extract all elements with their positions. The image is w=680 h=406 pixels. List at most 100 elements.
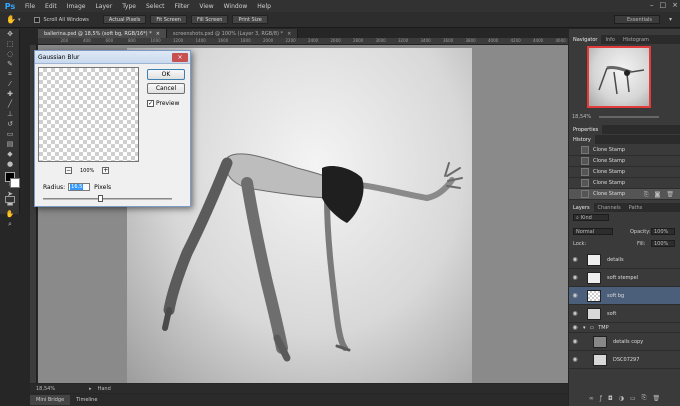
fit-screen-button[interactable]: Fit Screen: [150, 15, 187, 24]
new-layer-icon[interactable]: ⎘: [642, 394, 647, 402]
layer-row[interactable]: ◉ soft bg: [569, 287, 680, 305]
preview-checkbox[interactable]: ✓: [147, 100, 154, 107]
menu-type[interactable]: Type: [117, 3, 141, 10]
workspace-select[interactable]: Essentials: [614, 15, 660, 24]
healing-brush-tool-icon[interactable]: ✚: [2, 90, 18, 99]
opacity-field[interactable]: 100%: [651, 228, 675, 235]
menu-help[interactable]: Help: [252, 3, 276, 10]
visibility-eye-icon[interactable]: ◉: [571, 256, 579, 263]
menu-image[interactable]: Image: [62, 3, 91, 10]
navigator-zoom-slider[interactable]: [599, 116, 660, 118]
fx-icon[interactable]: ƒ: [600, 395, 602, 402]
print-size-button[interactable]: Print Size: [232, 15, 268, 24]
crop-tool-icon[interactable]: ⌗: [2, 70, 18, 79]
scroll-all-checkbox[interactable]: [34, 16, 41, 23]
minimize-icon[interactable]: –: [650, 1, 654, 9]
radius-slider-track[interactable]: [43, 198, 172, 200]
move-tool-icon[interactable]: ✥: [2, 30, 18, 39]
tab-screenshots[interactable]: screenshots.psd @ 100% (Layer 3, RGB/8) …: [166, 29, 299, 38]
menu-file[interactable]: File: [20, 3, 40, 10]
dodge-tool-icon[interactable]: ●: [2, 160, 18, 169]
visibility-eye-icon[interactable]: ◉: [571, 324, 579, 331]
blend-mode-select[interactable]: Normal: [573, 228, 613, 235]
close-tab-icon[interactable]: ×: [287, 31, 291, 37]
eraser-tool-icon[interactable]: ▭: [2, 130, 18, 139]
zoom-level[interactable]: 18,54%: [36, 386, 55, 392]
radius-input[interactable]: 16,5: [68, 183, 91, 191]
tab-properties[interactable]: Properties: [569, 125, 603, 134]
radius-slider-thumb[interactable]: [98, 195, 103, 202]
mask-icon[interactable]: ◘: [608, 395, 613, 402]
preview-checkbox-row[interactable]: ✓ Preview: [147, 100, 179, 107]
fill-screen-button[interactable]: Fill Screen: [190, 15, 229, 24]
navigator-zoom[interactable]: 18,54%: [572, 114, 591, 120]
gradient-tool-icon[interactable]: ▤: [2, 140, 18, 149]
camera-icon[interactable]: ◙: [655, 191, 661, 199]
zoom-in-button[interactable]: +: [102, 167, 110, 174]
adjustment-icon[interactable]: ◑: [619, 395, 624, 402]
close-window-icon[interactable]: ×: [672, 1, 678, 9]
tab-history[interactable]: History: [569, 135, 595, 144]
history-item[interactable]: Clone Stamp: [569, 156, 680, 167]
layer-row[interactable]: ◉ details copy: [569, 333, 680, 351]
maximize-icon[interactable]: □: [660, 1, 667, 9]
visibility-eye-icon[interactable]: ◉: [571, 338, 579, 345]
actual-pixels-button[interactable]: Actual Pixels: [102, 15, 147, 24]
dialog-close-button[interactable]: ×: [172, 53, 188, 62]
history-item[interactable]: Clone Stamp: [569, 178, 680, 189]
zoom-tool-icon[interactable]: ⌕: [2, 220, 18, 229]
menu-layer[interactable]: Layer: [90, 3, 117, 10]
group-expand-icon[interactable]: ▾: [583, 325, 586, 331]
history-item[interactable]: Clone Stamp: [569, 145, 680, 156]
fill-field[interactable]: 100%: [651, 240, 675, 247]
blur-tool-icon[interactable]: ◆: [2, 150, 18, 159]
brush-tool-icon[interactable]: ╱: [2, 100, 18, 109]
workspace-dropdown-icon[interactable]: ▾: [669, 16, 672, 23]
cancel-button[interactable]: Cancel: [147, 83, 185, 94]
visibility-eye-icon[interactable]: ◉: [571, 356, 579, 363]
delete-layer-icon[interactable]: 🗑: [652, 395, 660, 402]
new-document-icon[interactable]: ⎘: [644, 191, 649, 199]
tab-ballerina[interactable]: ballerina.psd @ 18,5% (soft bg, RGB/16*)…: [38, 29, 167, 38]
tab-mini-bridge[interactable]: Mini Bridge: [30, 395, 71, 405]
visibility-eye-icon[interactable]: ◉: [571, 292, 579, 299]
trash-icon[interactable]: 🗑: [666, 191, 674, 199]
tool-preset-arrow-icon[interactable]: ▾: [18, 17, 21, 23]
marquee-tool-icon[interactable]: ⬚: [2, 40, 18, 49]
layer-row[interactable]: ◉ soft stempel: [569, 269, 680, 287]
menu-view[interactable]: View: [194, 3, 218, 10]
menu-edit[interactable]: Edit: [40, 3, 62, 10]
new-group-icon[interactable]: ▭: [630, 395, 636, 402]
navigator-thumbnail[interactable]: [587, 46, 651, 108]
menu-select[interactable]: Select: [141, 3, 170, 10]
hand-tool-icon[interactable]: ✋: [6, 15, 16, 24]
menu-window[interactable]: Window: [219, 3, 253, 10]
clone-stamp-tool-icon[interactable]: ⊥: [2, 110, 18, 119]
layer-row[interactable]: ◉ details: [569, 251, 680, 269]
tab-navigator[interactable]: Navigator: [569, 35, 602, 44]
lasso-tool-icon[interactable]: ◌: [2, 50, 18, 59]
hand-tool-icon[interactable]: ✋: [2, 210, 18, 219]
history-brush-tool-icon[interactable]: ↺: [2, 120, 18, 129]
ok-button[interactable]: OK: [147, 69, 185, 80]
layer-group-row[interactable]: ◉ ▾ ▭ TMP: [569, 323, 680, 333]
history-item[interactable]: Clone Stamp: [569, 167, 680, 178]
zoom-out-button[interactable]: −: [65, 167, 72, 174]
visibility-eye-icon[interactable]: ◉: [571, 274, 579, 281]
link-layers-icon[interactable]: ∞: [589, 395, 594, 402]
tab-info[interactable]: Info: [601, 35, 618, 44]
eyedropper-tool-icon[interactable]: ⁄: [2, 80, 18, 89]
tab-histogram[interactable]: Histogram: [619, 35, 653, 44]
menu-filter[interactable]: Filter: [170, 3, 195, 10]
background-color-swatch[interactable]: [10, 178, 20, 188]
quick-mask-icon[interactable]: [5, 196, 15, 203]
layer-row[interactable]: ◉ soft: [569, 305, 680, 323]
tab-layers[interactable]: Layers: [569, 203, 594, 212]
tab-paths[interactable]: Paths: [625, 203, 647, 212]
visibility-eye-icon[interactable]: ◉: [571, 310, 579, 317]
layer-row[interactable]: ◉ DSC07297: [569, 351, 680, 369]
quick-select-tool-icon[interactable]: ✎: [2, 60, 18, 69]
filter-preview[interactable]: [38, 67, 139, 162]
tab-channels[interactable]: Channels: [594, 203, 625, 212]
dialog-title-bar[interactable]: Gaussian Blur: [35, 51, 190, 64]
